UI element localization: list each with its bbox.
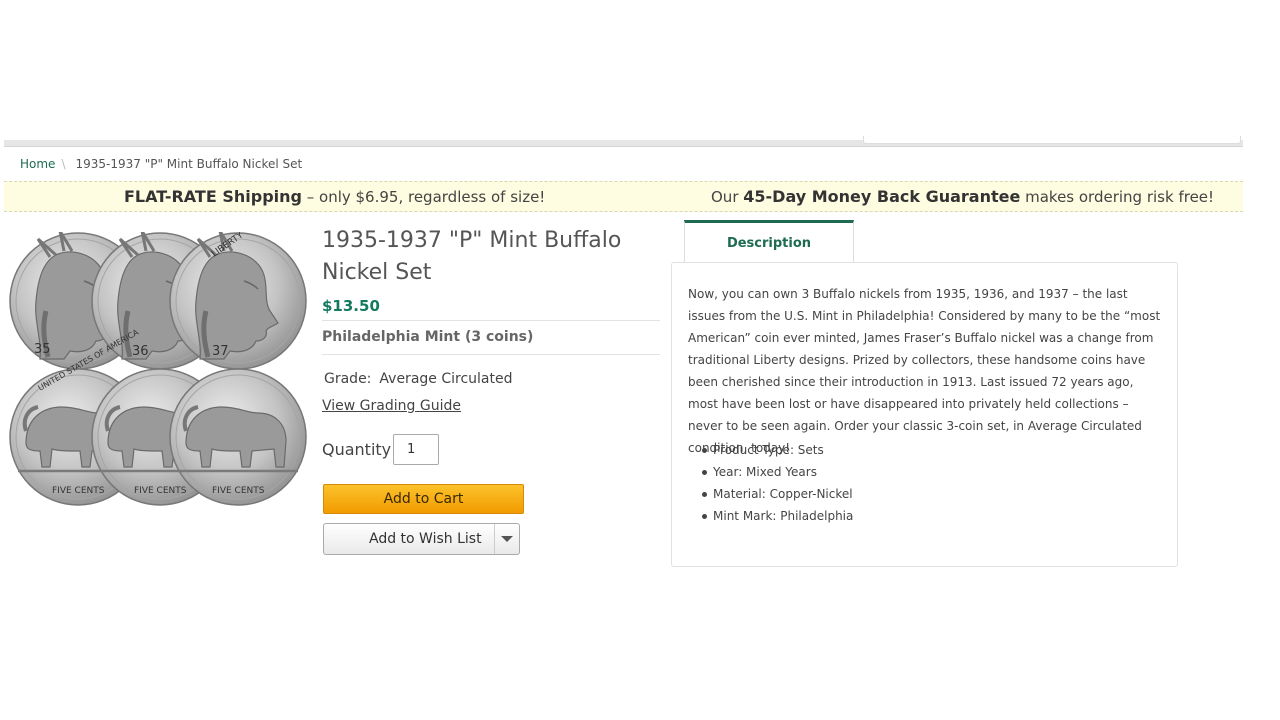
header-bar xyxy=(4,136,1243,147)
grade-label: Grade: xyxy=(324,371,372,387)
divider xyxy=(322,354,660,355)
shipping-promo: FLAT-RATE Shipping – only $6.95, regardl… xyxy=(124,187,545,206)
chevron-down-icon[interactable] xyxy=(501,536,513,542)
guarantee-promo: Our 45-Day Money Back Guarantee makes or… xyxy=(711,187,1214,206)
add-to-cart-button[interactable]: Add to Cart xyxy=(323,484,524,514)
quantity-label: Quantity xyxy=(322,440,392,459)
coin-date-label: 35 xyxy=(34,342,51,357)
coin-denomination-label: FIVE CENTS xyxy=(52,486,105,496)
divider xyxy=(322,320,660,321)
spec-product-type: Product Type: Sets xyxy=(688,439,1158,461)
add-to-wishlist-button[interactable]: Add to Wish List xyxy=(323,523,520,555)
description-text: Now, you can own 3 Buffalo nickels from … xyxy=(688,287,1161,455)
spec-mint-mark: Mint Mark: Philadelphia xyxy=(688,505,1158,527)
guarantee-promo-pre: Our xyxy=(711,188,744,206)
breadcrumb: Home \ 1935-1937 "P" Mint Buffalo Nickel… xyxy=(20,157,302,171)
spec-year: Year: Mixed Years xyxy=(688,461,1158,483)
coin-obverse-1937: LIBERTY 37 xyxy=(169,232,307,370)
product-title: 1935-1937 "P" Mint Buffalo Nickel Set xyxy=(322,228,622,285)
search-box-edge[interactable] xyxy=(863,136,1241,144)
coin-date-label: 36 xyxy=(132,344,149,359)
coin-date-label: 37 xyxy=(212,344,229,359)
breadcrumb-separator: \ xyxy=(61,157,66,171)
coin-reverse-3: FIVE CENTS xyxy=(169,368,307,506)
product-price: $13.50 xyxy=(322,297,380,315)
breadcrumb-current: 1935-1937 "P" Mint Buffalo Nickel Set xyxy=(75,157,303,171)
grade-row: Grade: Average Circulated xyxy=(324,371,513,387)
coin-denomination-label: FIVE CENTS xyxy=(212,486,265,496)
spec-list: Product Type: Sets Year: Mixed Years Mat… xyxy=(688,439,1158,527)
grading-guide-link[interactable]: View Grading Guide xyxy=(322,398,461,414)
guarantee-promo-text: makes ordering risk free! xyxy=(1020,188,1215,206)
tab-description[interactable]: Description xyxy=(684,220,854,262)
shipping-promo-text: – only $6.95, regardless of size! xyxy=(301,188,546,206)
product-image[interactable]: 35 36 LIBERTY 37 UNITED STATES OF AMERIC… xyxy=(8,232,308,508)
shipping-promo-title: FLAT-RATE Shipping xyxy=(124,187,302,206)
grade-value: Average Circulated xyxy=(379,371,513,387)
promo-banner: FLAT-RATE Shipping – only $6.95, regardl… xyxy=(4,181,1243,212)
button-divider xyxy=(494,524,495,554)
coin-denomination-label: FIVE CENTS xyxy=(134,486,187,496)
product-variant: Philadelphia Mint (3 coins) xyxy=(322,329,534,345)
breadcrumb-home-link[interactable]: Home xyxy=(20,157,55,171)
guarantee-promo-title: 45-Day Money Back Guarantee xyxy=(743,187,1021,206)
add-to-wishlist-label: Add to Wish List xyxy=(369,531,482,547)
spec-material: Material: Copper-Nickel xyxy=(688,483,1158,505)
quantity-input[interactable] xyxy=(393,434,439,465)
